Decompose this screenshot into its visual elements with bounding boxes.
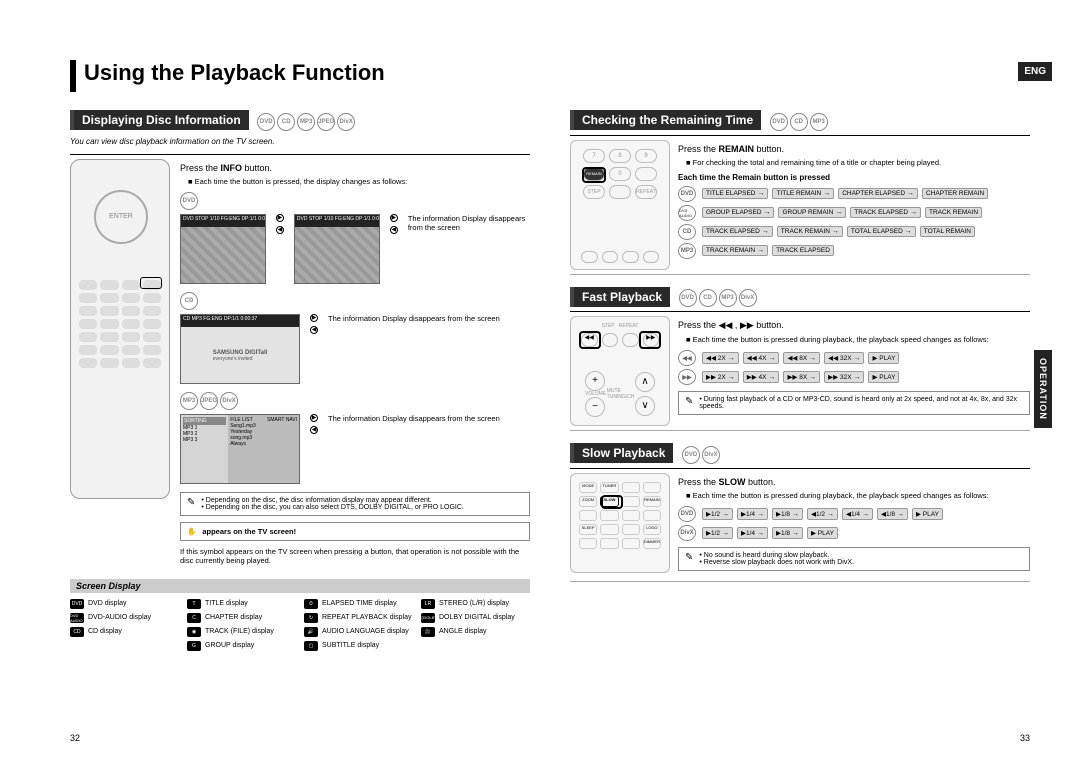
section-heading-fast: Fast Playback xyxy=(570,287,670,307)
page-number-left: 32 xyxy=(70,733,80,743)
rewind-button-highlight xyxy=(579,331,601,349)
left-column: Displaying Disc Information DVD CD MP3 J… xyxy=(70,110,530,651)
osd-caption-2: The information Display disappears from … xyxy=(328,314,500,323)
press-remain-instruction: Press the REMAIN button. xyxy=(678,144,1030,154)
info-note-box: ✎ • Depending on the disc, the disc info… xyxy=(180,492,530,516)
section-heading-slow: Slow Playback xyxy=(570,443,673,463)
press-fast-instruction: Press the ◀◀ , ▶▶ button. xyxy=(678,320,1030,331)
osd-thumb-mp3: SORTING MP3 1 MP3 2 MP3 3 FILE LISTSMART… xyxy=(180,414,300,484)
remote-fast: STEP REPEAT ◀◀▶▶ +VOLUME− MUTETUNING/CH … xyxy=(570,316,670,426)
osd-caption-1: The information Display disappears from … xyxy=(408,214,530,232)
info-button-bullet: Each time the button is pressed, the dis… xyxy=(188,177,530,186)
lang-tab: ENG xyxy=(1018,62,1052,81)
section-heading-remain: Checking the Remaining Time xyxy=(570,110,761,130)
section-heading-disc-info: Displaying Disc Information xyxy=(70,110,249,130)
screen-display-subhead: Screen Display xyxy=(70,579,530,593)
remote-illustration: ENTER xyxy=(70,159,170,499)
seq-remain-dvdaudio: DVD AUDIOGROUP ELAPSEDGROUP REMAINTRACK … xyxy=(678,205,1030,221)
osd-caption-3: The information Display disappears from … xyxy=(328,414,500,423)
footnote-text: If this symbol appears on the TV screen … xyxy=(180,547,530,565)
screen-display-legend: DVDDVD display TTITLE display ⏱ELAPSED T… xyxy=(70,599,530,651)
hand-icon: ✋ xyxy=(187,527,196,536)
side-tab-operation: OPERATION xyxy=(1034,350,1052,428)
fast-note-box: ✎• During fast playback of a CD or MP3-C… xyxy=(678,391,1030,415)
slow-note-box: ✎• No sound is heard during slow playbac… xyxy=(678,547,1030,571)
note-icon: ✎ xyxy=(685,552,693,566)
osd-thumb-cd: CD MP3 FG:ENG DP:1/1 0:00:37SAMSUNG DIGI… xyxy=(180,314,300,384)
seq-remain-dvd: DVDTITLE ELAPSEDTITLE REMAINCHAPTER ELAP… xyxy=(678,186,1030,202)
seq-remain-cd: CDTRACK ELAPSEDTRACK REMAINTOTAL ELAPSED… xyxy=(678,224,1030,240)
seq-fast-fwd: ▶▶▶▶ 2X▶▶ 4X▶▶ 8X▶▶ 32X▶ PLAY xyxy=(678,369,1030,385)
forward-button-highlight xyxy=(639,331,661,349)
intro-text: You can view disc playback information o… xyxy=(70,137,530,146)
remote-slow: MODETUNER ZOOMSLOWREMAIN SLEEPLOGO DIMME… xyxy=(570,473,670,573)
seq-fast-rew: ◀◀◀◀ 2X◀◀ 4X◀◀ 8X◀◀ 32X▶ PLAY xyxy=(678,350,1030,366)
osd-thumb-dvd-2: DVD STOP 1/10 FG:ENG DP:1/1 0:00:37 xyxy=(294,214,380,284)
slow-button-highlight xyxy=(601,495,623,509)
remain-button-highlight xyxy=(582,167,606,183)
page-number-right: 33 xyxy=(1020,733,1030,743)
seq-slow-dvd: DVD▶1/2▶1/4▶1/8◀1/2◀1/4◀1/8▶ PLAY xyxy=(678,506,1030,522)
page-title: Using the Playback Function xyxy=(70,60,1030,92)
seq-remain-mp3: MP3TRACK REMAINTRACK ELAPSED xyxy=(678,243,1030,259)
press-slow-instruction: Press the SLOW button. xyxy=(678,477,1030,487)
note-icon: ✎ xyxy=(187,497,195,511)
info-button-highlight xyxy=(140,277,162,289)
note-icon: ✎ xyxy=(685,396,693,410)
tv-screen-warn-box: ✋ appears on the TV screen! xyxy=(180,522,530,541)
remote-remain: 789REMAIN0STEPREPEAT xyxy=(570,140,670,270)
press-info-instruction: Press the INFO button. xyxy=(180,163,530,173)
right-column: Checking the Remaining Time DVD CD MP3 7… xyxy=(570,110,1030,651)
osd-thumb-dvd-1: DVD STOP 1/10 FG:ENG DP:1/1 0:00:37 xyxy=(180,214,266,284)
seq-slow-divx: DivX▶1/2▶1/4▶1/8▶ PLAY xyxy=(678,525,1030,541)
disc-type-badges: DVD CD MP3 JPEG DivX xyxy=(257,113,355,131)
